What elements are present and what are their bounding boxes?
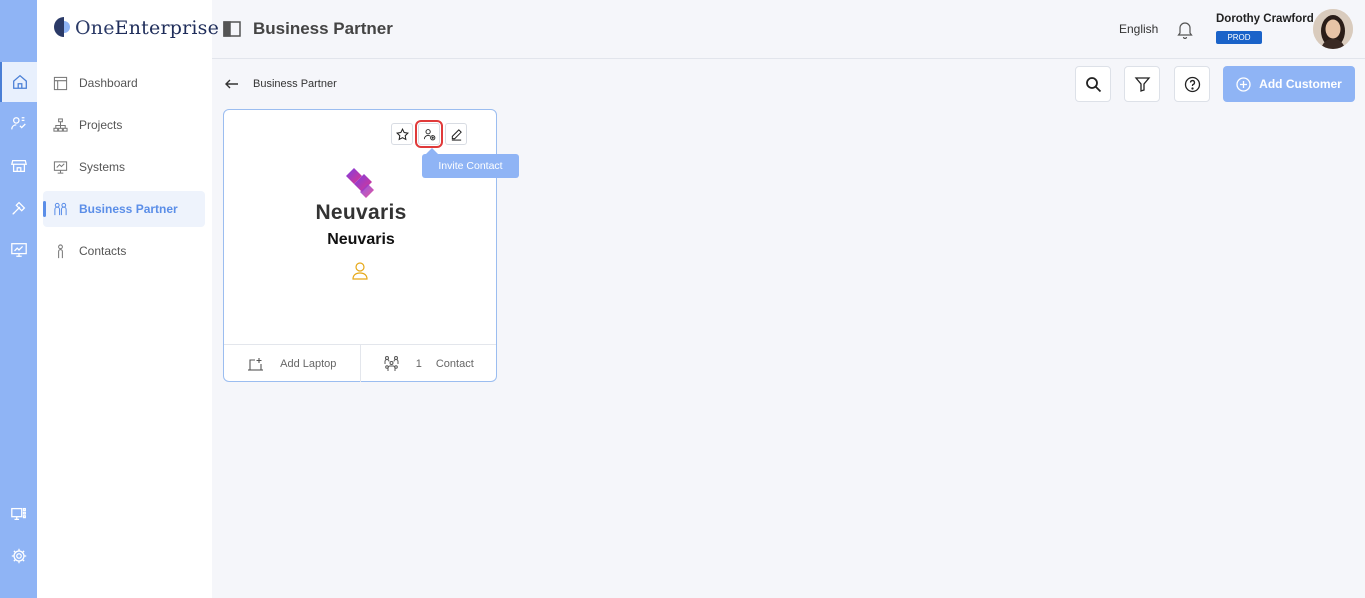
invite-user-icon xyxy=(423,128,435,140)
sidebar-item-label: Projects xyxy=(79,118,123,132)
plus-circle-icon xyxy=(1236,76,1251,92)
user-name[interactable]: Dorothy Crawford xyxy=(1216,13,1314,25)
edit-button[interactable] xyxy=(445,123,467,145)
search-icon xyxy=(1085,76,1101,92)
monitor-chart-icon xyxy=(10,243,27,257)
company-name: Neuvaris xyxy=(327,231,395,248)
logo-text: OneEnterprise xyxy=(75,17,220,39)
help-icon xyxy=(1184,76,1200,92)
rail-monitor[interactable] xyxy=(0,230,37,270)
device-grid-icon xyxy=(10,507,26,521)
rail-users[interactable] xyxy=(0,104,37,144)
bell-icon[interactable] xyxy=(1176,19,1194,39)
systems-icon xyxy=(53,160,68,174)
avatar[interactable] xyxy=(1313,9,1353,49)
logo-mark-icon xyxy=(54,15,74,41)
sidebar-item-contacts[interactable]: Contacts xyxy=(43,233,205,269)
invite-contact-button[interactable] xyxy=(415,120,443,148)
pencil-icon xyxy=(451,128,462,141)
card-footer: Add Laptop 1 Contact xyxy=(224,344,496,382)
dashboard-icon xyxy=(53,76,68,90)
business-partner-card[interactable]: Neuvaris Neuvaris Add Laptop 1 Contact xyxy=(223,109,497,382)
sidebar-toggle-icon[interactable] xyxy=(223,21,241,37)
contact-person-icon xyxy=(352,262,368,280)
environment-badge: PROD xyxy=(1216,31,1262,44)
hierarchy-icon xyxy=(53,117,68,132)
favorite-button[interactable] xyxy=(391,123,413,145)
contact-label: Contact xyxy=(435,357,474,370)
icon-rail xyxy=(0,0,37,598)
sidebar-item-projects[interactable]: Projects xyxy=(43,107,205,143)
search-button[interactable] xyxy=(1075,66,1111,102)
store-icon xyxy=(10,159,27,173)
help-button[interactable] xyxy=(1174,66,1210,102)
contacts-count[interactable]: 1 Contact xyxy=(359,345,497,382)
app-logo[interactable]: OneEnterprise xyxy=(54,10,219,46)
rail-tools[interactable] xyxy=(0,188,37,228)
sidebar-item-label: Dashboard xyxy=(79,76,138,90)
back-arrow-icon[interactable] xyxy=(224,76,240,92)
users-icon xyxy=(10,117,26,130)
person-icon xyxy=(58,243,63,258)
rail-devices[interactable] xyxy=(0,494,37,534)
add-laptop-button[interactable]: Add Laptop xyxy=(224,345,360,382)
invite-contact-tooltip: Invite Contact xyxy=(422,148,519,178)
home-icon xyxy=(12,74,27,89)
filter-button[interactable] xyxy=(1124,66,1160,102)
breadcrumb: Business Partner xyxy=(253,78,337,90)
sidebar-item-label: Business Partner xyxy=(79,202,178,216)
company-logo-icon xyxy=(346,168,374,198)
sidebar-item-label: Systems xyxy=(79,160,126,174)
rail-store[interactable] xyxy=(0,146,37,186)
page-title: Business Partner xyxy=(253,19,393,38)
star-icon xyxy=(395,127,409,140)
sidebar-item-business-partner[interactable]: Business Partner xyxy=(43,191,205,227)
group-icon xyxy=(384,356,399,371)
settings-icon xyxy=(11,548,26,564)
sidebar-item-systems[interactable]: Systems xyxy=(43,149,205,185)
filter-icon xyxy=(1134,76,1150,92)
company-logo-text: Neuvaris xyxy=(315,201,407,224)
sidebar-nav: Dashboard Projects Systems Business Part… xyxy=(43,65,205,275)
add-laptop-label: Add Laptop xyxy=(280,357,337,370)
top-header: Business Partner English Dorothy Crawfor… xyxy=(212,0,1365,59)
sidebar-item-dashboard[interactable]: Dashboard xyxy=(43,65,205,101)
contact-count: 1 xyxy=(415,357,422,370)
sidebar: OneEnterprise Dashboard Projects Systems… xyxy=(37,0,219,598)
rail-settings[interactable] xyxy=(0,536,37,576)
laptop-add-icon xyxy=(248,358,264,371)
add-customer-button[interactable]: Add Customer xyxy=(1223,66,1355,102)
tools-icon xyxy=(11,201,25,215)
add-customer-label: Add Customer xyxy=(1259,77,1342,91)
partner-icon xyxy=(54,202,67,215)
rail-home[interactable] xyxy=(0,62,37,102)
language-selector[interactable]: English xyxy=(1119,22,1158,36)
sidebar-item-label: Contacts xyxy=(79,244,127,258)
